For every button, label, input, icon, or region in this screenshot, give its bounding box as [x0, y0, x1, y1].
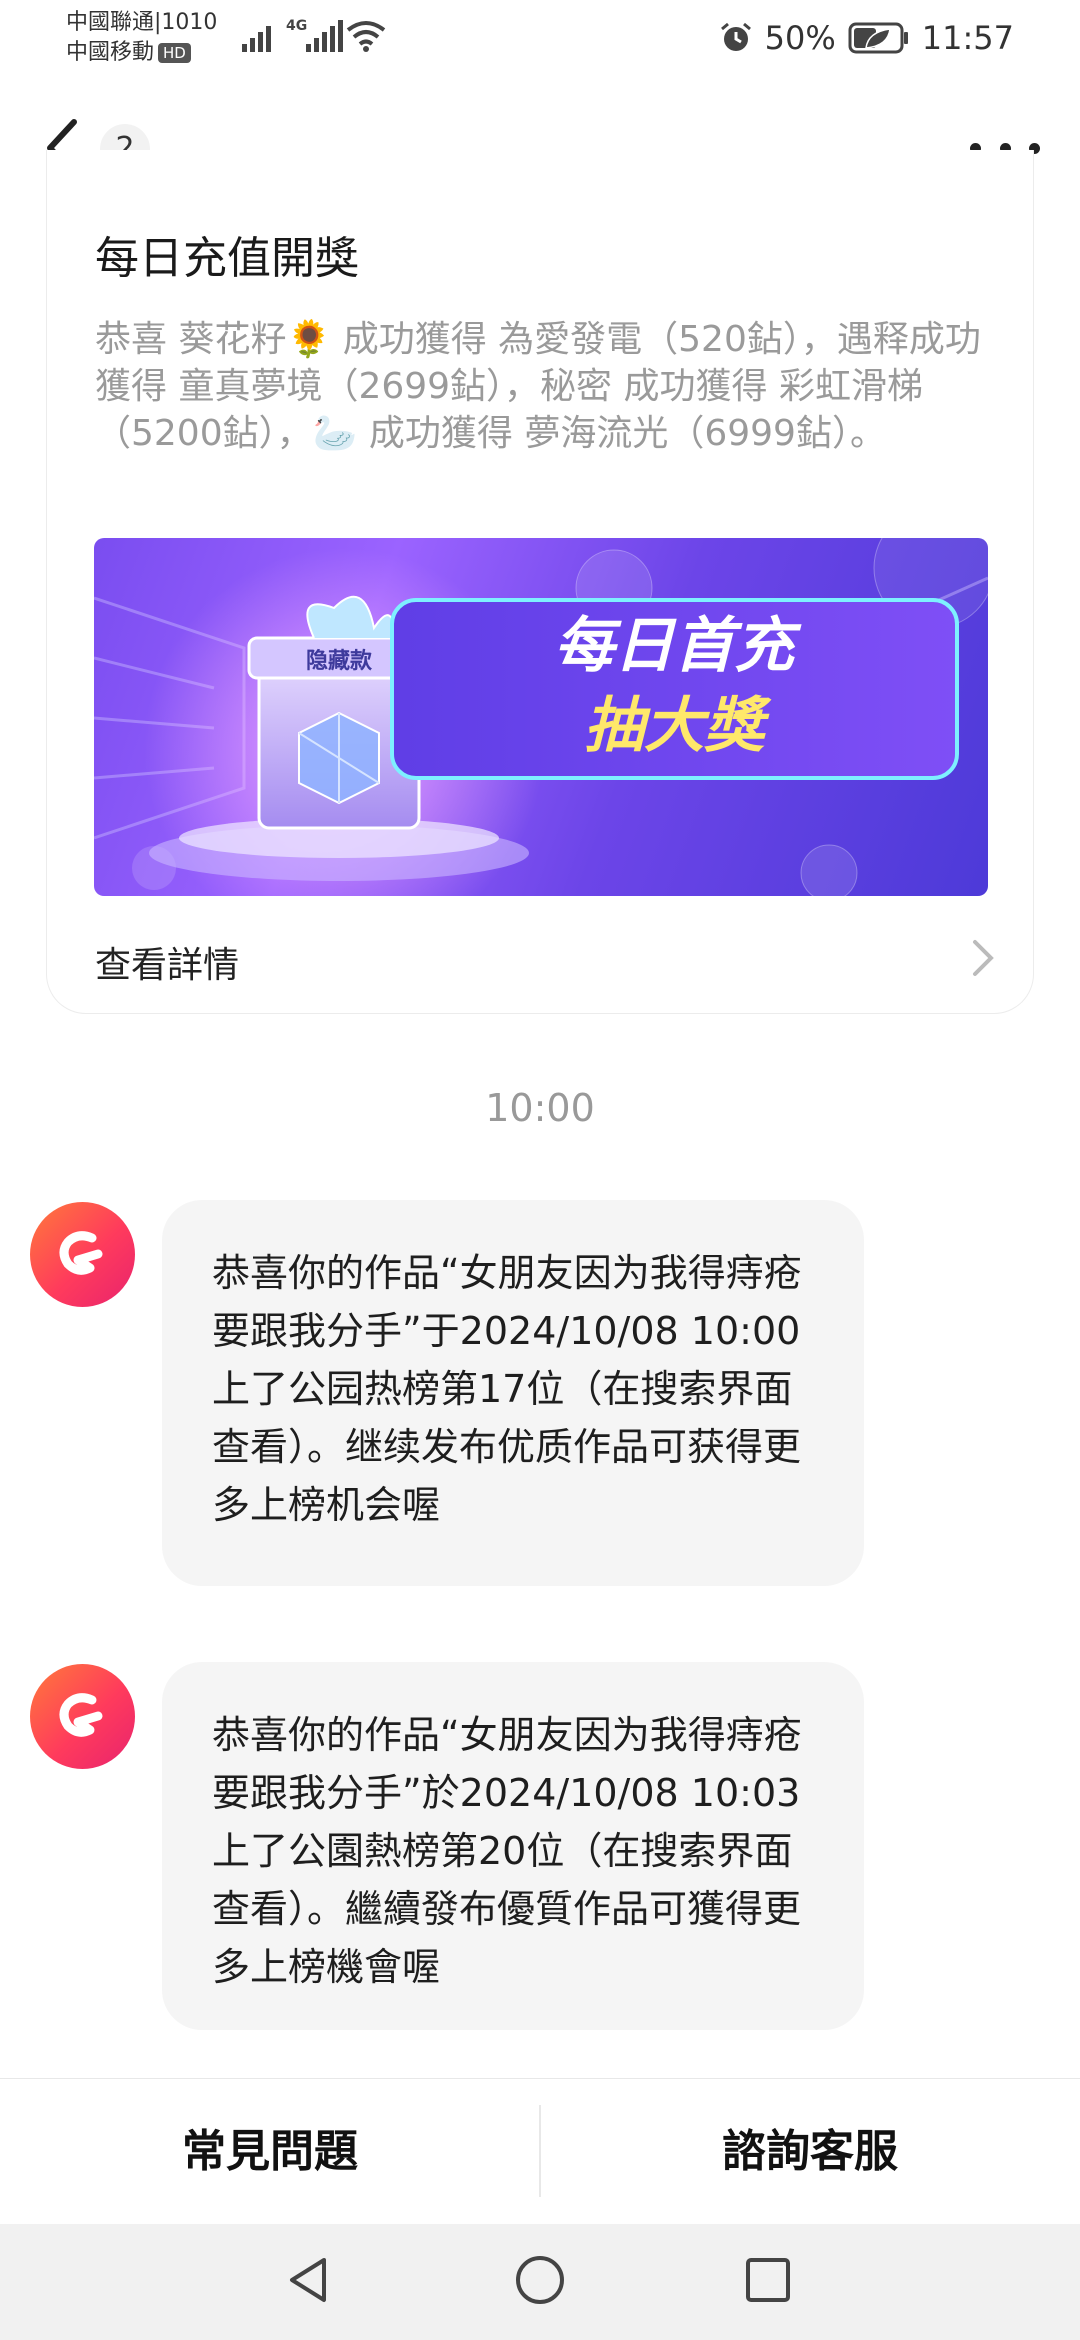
clock: 11:57: [921, 19, 1014, 57]
view-details-label: 查看詳情: [95, 945, 240, 986]
battery-percent: 50%: [764, 19, 836, 57]
sender-avatar[interactable]: [30, 1664, 135, 1769]
status-bar: 中國聯通|1010 中國移動 HD 4G 50% 11:57: [0, 0, 1080, 80]
message-bubble: 恭喜你的作品“女朋友因为我得痔疮要跟我分手”於2024/10/08 10:03 …: [162, 1662, 864, 2030]
carrier-info: 中國聯通|1010 中國移動 HD: [66, 8, 217, 68]
chevron-right-icon: [973, 940, 994, 976]
message-bubble: 恭喜你的作品“女朋友因为我得痔疮要跟我分手”于2024/10/08 10:00 …: [162, 1200, 864, 1586]
hd-badge: HD: [158, 43, 191, 63]
bottom-action-bar: 常見問題 諮詢客服: [0, 2078, 1080, 2224]
banner-illustration: 隐藏款 每日首充 抽大獎: [94, 538, 988, 896]
banner-line-1: 每日首充: [554, 611, 802, 681]
app-logo-icon: [59, 1693, 103, 1737]
card-title: 每日充值開獎: [95, 233, 359, 284]
battery-icon: [848, 22, 908, 54]
view-details-row[interactable]: 查看詳情: [95, 930, 995, 990]
wifi-icon: [346, 21, 386, 52]
promo-banner[interactable]: 隐藏款 每日首充 抽大獎: [94, 538, 988, 896]
daily-recharge-card: 每日充值開獎 恭喜 葵花籽🌻 成功獲得 為愛發電（520鉆），遇释成功獲得 童真…: [46, 150, 1034, 1014]
sender-avatar[interactable]: [30, 1202, 135, 1307]
system-back-icon[interactable]: [284, 2254, 332, 2306]
carrier-line-2: 中國移動: [66, 40, 155, 65]
carrier-line-1: 中國聯通|1010: [66, 10, 218, 35]
customer-service-button[interactable]: 諮詢客服: [540, 2079, 1080, 2225]
banner-box-label: 隐藏款: [306, 648, 373, 674]
signal-icon-2: [306, 20, 343, 52]
message-timestamp: 10:00: [485, 1086, 595, 1130]
alarm-icon: [720, 22, 751, 51]
banner-line-2: 抽大獎: [584, 691, 772, 761]
system-home-icon[interactable]: [514, 2254, 566, 2306]
faq-button[interactable]: 常見問題: [0, 2079, 540, 2225]
signal-icon: [242, 26, 271, 52]
card-description: 恭喜 葵花籽🌻 成功獲得 為愛發電（520鉆），遇释成功獲得 童真夢境（2699…: [95, 319, 981, 454]
system-recents-icon[interactable]: [744, 2254, 792, 2306]
app-logo-icon: [59, 1231, 103, 1275]
system-navigation-bar: [0, 2224, 1080, 2340]
